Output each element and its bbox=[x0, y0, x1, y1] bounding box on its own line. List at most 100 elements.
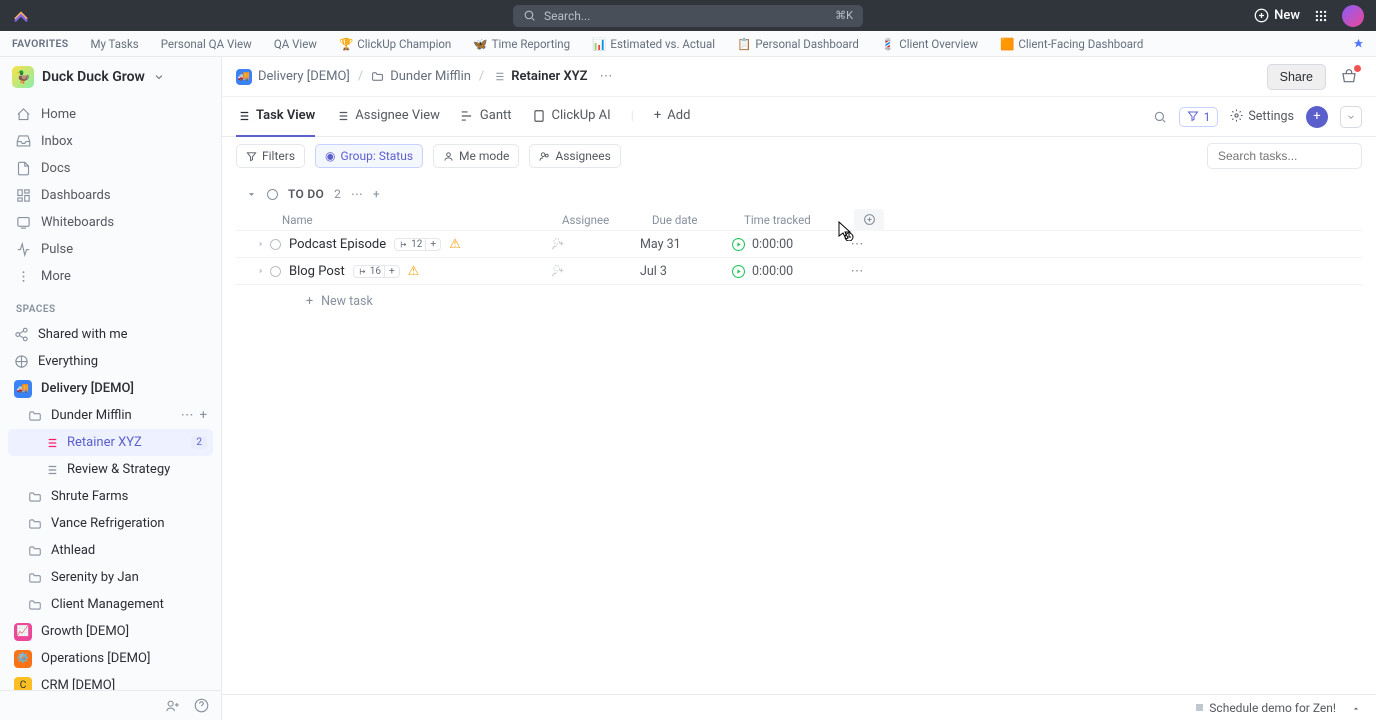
workspace-switcher[interactable]: 🦆 Duck Duck Grow bbox=[0, 57, 221, 97]
task-row[interactable]: Podcast Episode 12+ ⚠ May 31 0:00:00 ⋯ bbox=[236, 231, 1362, 258]
space-badge: ⚙️ bbox=[14, 650, 32, 668]
sidebar-space-delivery[interactable]: 🚚Delivery [DEMO] bbox=[8, 375, 213, 402]
apps-icon[interactable] bbox=[1314, 9, 1328, 23]
nav-inbox[interactable]: Inbox bbox=[8, 128, 213, 155]
row-actions[interactable]: ⋯ bbox=[842, 237, 872, 252]
assignee-cell[interactable] bbox=[550, 263, 640, 279]
time-tracked[interactable]: 0:00:00 bbox=[732, 264, 842, 279]
expand-caret-icon[interactable] bbox=[256, 239, 266, 249]
more-icon[interactable]: ⋯ bbox=[181, 408, 194, 423]
time-tracked[interactable]: 0:00:00 bbox=[732, 237, 842, 252]
status-toggle[interactable] bbox=[270, 266, 281, 277]
task-name[interactable]: Podcast Episode bbox=[289, 237, 386, 252]
fav-item[interactable]: 🏆ClickUp Champion bbox=[339, 37, 451, 51]
nav-docs[interactable]: Docs bbox=[8, 155, 213, 182]
col-assignee[interactable]: Assignee bbox=[562, 213, 652, 227]
play-icon[interactable] bbox=[732, 265, 745, 278]
due-date[interactable]: Jul 3 bbox=[640, 264, 732, 279]
sidebar-folder[interactable]: Athlead bbox=[8, 537, 213, 564]
nav-dashboards[interactable]: Dashboards bbox=[8, 182, 213, 209]
add-task-button[interactable]: + bbox=[1306, 106, 1328, 128]
search-tasks-input[interactable] bbox=[1207, 143, 1362, 169]
assignee-cell[interactable] bbox=[550, 236, 640, 252]
sidebar-folder[interactable]: Serenity by Jan bbox=[8, 564, 213, 591]
filters-chip[interactable]: Filters bbox=[236, 144, 305, 168]
task-row[interactable]: Blog Post 16+ ⚠ Jul 3 0:00:00 ⋯ bbox=[236, 258, 1362, 285]
new-task-button[interactable]: +New task bbox=[236, 285, 1362, 317]
row-actions[interactable]: ⋯ bbox=[842, 264, 872, 279]
nav-whiteboards[interactable]: Whiteboards bbox=[8, 209, 213, 236]
crumb-space[interactable]: 🚚Delivery [DEMO] bbox=[236, 69, 350, 85]
sidebar-shared[interactable]: Shared with me bbox=[8, 321, 213, 348]
status-group-header[interactable]: TO DO 2 ⋯ + bbox=[236, 175, 1362, 209]
nav-home[interactable]: Home bbox=[8, 101, 213, 128]
filter-indicator[interactable]: 1 bbox=[1179, 107, 1219, 127]
due-date[interactable]: May 31 bbox=[640, 237, 732, 252]
sidebar-folder[interactable]: Client Management bbox=[8, 591, 213, 618]
pin-icon[interactable] bbox=[1350, 702, 1362, 714]
add-subtask[interactable]: + bbox=[384, 266, 395, 277]
status-toggle[interactable] bbox=[270, 239, 281, 250]
sidebar-space[interactable]: CCRM [DEMO] bbox=[8, 672, 213, 690]
crumb-list[interactable]: Retainer XYZ bbox=[492, 69, 587, 84]
more-icon[interactable]: ⋯ bbox=[600, 69, 613, 84]
expand-button[interactable] bbox=[1340, 106, 1362, 128]
play-icon[interactable] bbox=[732, 238, 745, 251]
sidebar-list-retainer[interactable]: Retainer XYZ2 bbox=[8, 429, 213, 456]
crumb-folder[interactable]: Dunder Mifflin bbox=[371, 69, 471, 84]
bottom-bar: Schedule demo for Zen! bbox=[222, 694, 1376, 720]
tab-ai[interactable]: ClickUp AI bbox=[532, 97, 611, 137]
subtask-count[interactable]: 16+ bbox=[353, 265, 400, 278]
col-due[interactable]: Due date bbox=[652, 213, 744, 227]
user-avatar[interactable] bbox=[1342, 5, 1364, 27]
fav-item[interactable]: 📊Estimated vs. Actual bbox=[592, 37, 715, 51]
search-icon[interactable] bbox=[1153, 110, 1167, 124]
folder-icon bbox=[28, 409, 42, 423]
group-chip[interactable]: ◉Group: Status bbox=[315, 144, 423, 168]
help-icon[interactable] bbox=[194, 698, 209, 713]
folder-icon bbox=[28, 517, 42, 531]
nav-more[interactable]: More bbox=[8, 263, 213, 290]
col-time[interactable]: Time tracked bbox=[744, 213, 854, 227]
fav-item[interactable]: Personal QA View bbox=[161, 37, 252, 51]
fav-item[interactable]: 💈Client Overview bbox=[881, 37, 978, 51]
fav-item[interactable]: QA View bbox=[274, 37, 317, 51]
fav-item[interactable]: My Tasks bbox=[90, 37, 138, 51]
add-column-button[interactable] bbox=[854, 209, 884, 231]
sidebar-folder[interactable]: Shrute Farms bbox=[8, 483, 213, 510]
invite-icon[interactable] bbox=[165, 698, 180, 713]
fav-item[interactable]: 🦋Time Reporting bbox=[473, 37, 570, 51]
expand-caret-icon[interactable] bbox=[256, 266, 266, 276]
me-mode-chip[interactable]: Me mode bbox=[433, 144, 519, 168]
app-logo[interactable] bbox=[12, 7, 30, 25]
global-search[interactable]: Search... ⌘K bbox=[513, 5, 863, 27]
reminder-chip[interactable]: Schedule demo for Zen! bbox=[1196, 701, 1336, 715]
sidebar-space[interactable]: ⚙️Operations [DEMO] bbox=[8, 645, 213, 672]
tray-button[interactable] bbox=[1336, 64, 1362, 90]
tab-task-view[interactable]: Task View bbox=[236, 97, 315, 137]
more-icon[interactable]: ⋯ bbox=[351, 187, 363, 201]
sidebar-folder-dunder[interactable]: Dunder Mifflin⋯+ bbox=[8, 402, 213, 429]
collapse-icon[interactable] bbox=[246, 189, 257, 200]
sidebar-folder[interactable]: Vance Refrigeration bbox=[8, 510, 213, 537]
assignees-chip[interactable]: Assignees bbox=[529, 144, 620, 168]
sidebar-space[interactable]: 📈Growth [DEMO] bbox=[8, 618, 213, 645]
tab-assignee-view[interactable]: Assignee View bbox=[335, 97, 440, 137]
col-name[interactable]: Name bbox=[282, 213, 562, 227]
pin-icon[interactable] bbox=[1353, 38, 1364, 49]
view-settings[interactable]: Settings bbox=[1230, 109, 1294, 124]
fav-item[interactable]: 📋Personal Dashboard bbox=[737, 37, 859, 51]
plus-icon[interactable]: + bbox=[200, 408, 207, 423]
fav-item[interactable]: 🟧Client-Facing Dashboard bbox=[1000, 37, 1143, 51]
share-button[interactable]: Share bbox=[1267, 64, 1326, 90]
subtask-count[interactable]: 12+ bbox=[394, 238, 441, 251]
task-name[interactable]: Blog Post bbox=[289, 264, 345, 279]
add-subtask[interactable]: + bbox=[425, 239, 436, 250]
new-button[interactable]: New bbox=[1254, 8, 1300, 23]
sidebar-everything[interactable]: Everything bbox=[8, 348, 213, 375]
nav-pulse[interactable]: Pulse bbox=[8, 236, 213, 263]
sidebar-list-review[interactable]: Review & Strategy bbox=[8, 456, 213, 483]
plus-icon[interactable]: + bbox=[373, 187, 380, 201]
tab-gantt[interactable]: Gantt bbox=[460, 97, 512, 137]
add-view-button[interactable]: +Add bbox=[654, 97, 691, 137]
